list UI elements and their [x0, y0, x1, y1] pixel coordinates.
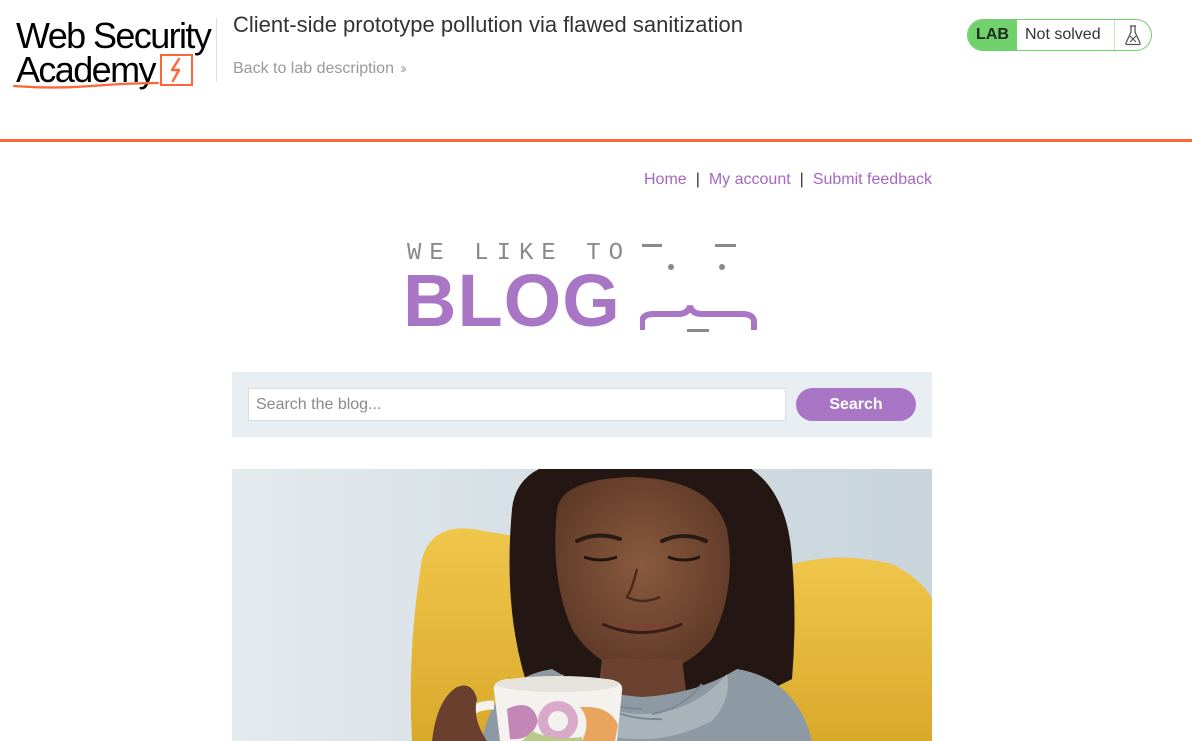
lab-status-text: Not solved — [1017, 20, 1115, 50]
blog-face-icon — [640, 244, 757, 332]
nav-my-account-link[interactable]: My account — [709, 171, 791, 188]
lab-title: Client-side prototype pollution via flaw… — [233, 12, 743, 37]
blog-post-image[interactable] — [232, 469, 932, 741]
logo-bolt-icon — [160, 54, 193, 86]
nav-separator: | — [799, 171, 804, 188]
search-input[interactable] — [248, 388, 786, 421]
search-button[interactable]: Search — [796, 388, 916, 421]
nav-submit-feedback-link[interactable]: Submit feedback — [813, 171, 932, 188]
flask-icon — [1115, 20, 1151, 50]
blog-top-nav: Home | My account | Submit feedback — [644, 171, 932, 189]
lab-badge: LAB — [968, 20, 1017, 50]
lab-status-widget: LAB Not solved — [967, 19, 1152, 51]
web-security-academy-logo[interactable]: Web Security Academy — [12, 14, 217, 92]
back-to-lab-description-link[interactable]: Back to lab description ›› — [233, 60, 407, 78]
nav-home-link[interactable]: Home — [644, 171, 687, 188]
nav-separator: | — [695, 171, 700, 188]
academy-header: Web Security Academy Client-side prototy… — [0, 0, 1192, 142]
blog-logo-word: BLOG — [403, 259, 621, 342]
search-panel: Search — [232, 372, 932, 437]
woman-with-mug-photo — [232, 469, 932, 741]
double-chevron-right-icon: ›› — [399, 60, 407, 77]
logo-underline-icon — [12, 81, 160, 89]
back-link-label: Back to lab description — [233, 60, 394, 77]
blog-logo: WE LIKE TO BLOG — [403, 240, 760, 342]
header-divider — [216, 18, 217, 82]
